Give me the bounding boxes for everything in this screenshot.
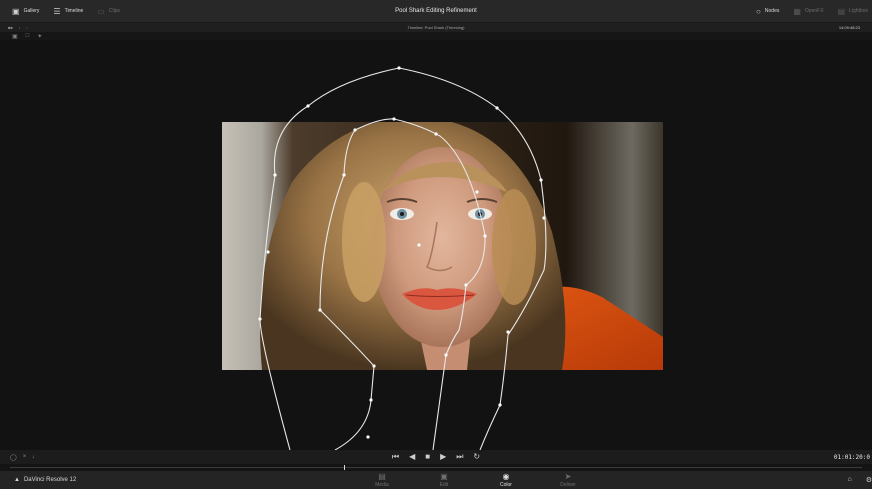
gallery-tab-label: Gallery: [23, 8, 40, 14]
viewer[interactable]: [0, 40, 872, 450]
gallery-tab[interactable]: ▣ Gallery: [12, 7, 39, 16]
deliver-icon: ➤: [564, 471, 572, 481]
viewer-header: ■■ ‹ › Timeline: Pool Shark (Trimming) 1…: [0, 23, 872, 32]
page-tab-media-label: Media: [375, 481, 389, 488]
footer-right-tools: ⌂ ⚙: [847, 476, 872, 484]
openfx-icon: ▦: [793, 6, 801, 16]
viewer-tools: ▣ □ ✦: [12, 33, 42, 40]
app-name: DaVinci Resolve 12: [23, 477, 77, 483]
nodes-tab[interactable]: ○ Nodes: [756, 7, 779, 16]
playback-controls: ⏮ ◀ ■ ▶ ⏭ ↻: [0, 452, 872, 462]
media-icon: ▤: [378, 471, 386, 481]
clips-tab-label: Clips: [108, 8, 120, 14]
openfx-tab-label: OpenFX: [804, 8, 824, 14]
record-timecode: 01:01:20:0: [833, 453, 870, 461]
home-icon[interactable]: ⌂: [847, 476, 851, 484]
timeline-scrubber[interactable]: [0, 464, 872, 471]
page-tab-media[interactable]: ▤ Media: [366, 471, 398, 488]
split-screen-icon[interactable]: □: [26, 33, 30, 40]
page-tab-color[interactable]: ◉ Color: [490, 471, 522, 488]
page-tab-deliver-label: Deliver: [560, 481, 576, 488]
stop-icon[interactable]: ■: [425, 452, 430, 462]
timeline-title[interactable]: Timeline: Pool Shark (Trimming): [0, 25, 872, 30]
page-tab-edit-label: Edit: [439, 481, 449, 488]
highlight-icon[interactable]: ✦: [37, 33, 42, 40]
page-tab-edit[interactable]: ▣ Edit: [428, 471, 460, 488]
skip-to-end-icon[interactable]: ⏭: [456, 452, 463, 462]
nodes-tab-label: Nodes: [764, 8, 780, 14]
timeline-tab-label: Timeline: [64, 8, 84, 14]
outer-spline[interactable]: [259, 67, 547, 450]
app-brand: ▲ DaVinci Resolve 12: [0, 477, 76, 483]
nodes-icon: ○: [756, 6, 761, 16]
lightbox-tab[interactable]: ▤ Lightbox: [838, 7, 868, 16]
image-wipe-icon[interactable]: ▣: [12, 33, 18, 40]
gallery-icon: ▣: [12, 6, 20, 16]
play-reverse-icon[interactable]: ◀: [409, 452, 415, 462]
lightbox-tab-label: Lightbox: [849, 8, 868, 14]
transport-bar: ◯ × ♩ ⏮ ◀ ■ ▶ ⏭ ↻ 01:01:20:0: [0, 450, 872, 464]
scrubber-track[interactable]: [10, 467, 862, 468]
right-tabs: ○ Nodes ▦ OpenFX ▤ Lightbox: [756, 7, 868, 16]
playhead[interactable]: [344, 465, 345, 470]
openfx-tab[interactable]: ▦ OpenFX: [793, 7, 823, 16]
inner-spline[interactable]: [319, 118, 486, 450]
project-title: Pool Shark Editing Refinement: [395, 8, 477, 14]
clips-icon: ▭: [97, 6, 105, 16]
settings-icon[interactable]: ⚙: [866, 476, 872, 484]
timeline-icon: ☰: [53, 6, 61, 16]
page-tabs: ▤ Media ▣ Edit ◉ Color ➤ Deliver: [366, 471, 584, 488]
davinci-logo-icon: ▲: [14, 477, 20, 483]
play-icon[interactable]: ▶: [440, 452, 446, 462]
timeline-tab[interactable]: ☰ Timeline: [53, 7, 83, 16]
lightbox-icon: ▤: [837, 6, 846, 16]
loop-icon[interactable]: ↻: [473, 452, 480, 462]
power-window-overlay[interactable]: [0, 40, 872, 450]
skip-to-start-icon[interactable]: ⏮: [392, 452, 399, 462]
top-bar: ▣ Gallery ☰ Timeline ▭ Clips Pool Shark …: [0, 0, 872, 23]
page-tab-color-label: Color: [500, 481, 512, 488]
clips-tab[interactable]: ▭ Clips: [97, 7, 120, 16]
color-icon: ◉: [502, 471, 510, 481]
edit-icon: ▣: [440, 471, 448, 481]
source-timecode: 14:09:48:23: [838, 25, 860, 30]
left-tabs: ▣ Gallery ☰ Timeline ▭ Clips: [0, 7, 120, 16]
page-navigation-bar: ▲ DaVinci Resolve 12 ▤ Media ▣ Edit ◉ Co…: [0, 471, 872, 489]
page-tab-deliver[interactable]: ➤ Deliver: [552, 471, 584, 488]
